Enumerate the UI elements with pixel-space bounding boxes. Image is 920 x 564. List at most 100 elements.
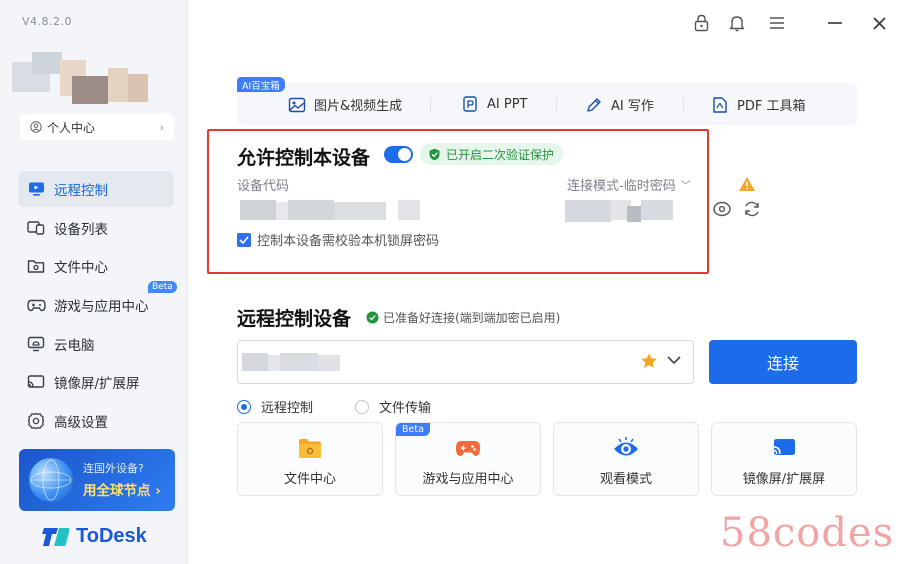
ai-ppt-button[interactable]: AI PPT — [461, 95, 527, 113]
card-games-apps[interactable]: Beta 游戏与应用中心 — [395, 422, 541, 496]
connect-mode-label: 连接模式-临时密码 — [567, 179, 676, 194]
connect-mode-dropdown[interactable]: 连接模式-临时密码 ﹀ — [567, 175, 691, 194]
checkbox-checked[interactable] — [237, 232, 251, 247]
radio-selected[interactable] — [237, 399, 251, 414]
ai-image-video-button[interactable]: 图片&视频生成 — [288, 95, 402, 114]
card-label: 文件中心 — [283, 472, 336, 487]
allow-control-toggle[interactable] — [384, 146, 413, 163]
gear-icon — [26, 411, 46, 431]
watermark-text: 58codes — [720, 510, 895, 556]
todesk-logo: ToDesk — [42, 524, 147, 548]
sidebar-item-advanced-settings[interactable]: 高级设置 — [18, 403, 174, 439]
eye-icon — [614, 437, 638, 456]
card-mirror-screen[interactable]: 镜像屏/扩展屏 — [711, 422, 857, 496]
menu-button[interactable] — [768, 12, 786, 34]
mode-label: 远程控制 — [261, 401, 314, 416]
ai-writing-button[interactable]: AI 写作 — [585, 95, 654, 114]
ai-divider — [430, 98, 431, 112]
chevron-down-icon: ﹀ — [680, 181, 691, 192]
card-file-center[interactable]: 文件中心 — [237, 422, 383, 496]
remote-device-code-input[interactable] — [237, 340, 694, 384]
sidebar-item-label: 文件中心 — [54, 260, 108, 277]
user-icon — [30, 121, 42, 133]
beta-badge: Beta — [148, 281, 177, 294]
card-watch-mode[interactable]: 观看模式 — [553, 422, 699, 496]
sidebar-item-label: 设备列表 — [54, 221, 108, 238]
folder-icon — [299, 439, 321, 458]
logo-text: ToDesk — [76, 524, 147, 547]
gamepad-icon — [456, 441, 480, 456]
card-label: 游戏与应用中心 — [422, 472, 514, 487]
globe-icon — [29, 458, 73, 502]
warning-icon[interactable] — [738, 176, 756, 192]
sidebar-item-label: 高级设置 — [54, 415, 108, 432]
ppt-icon — [463, 96, 477, 112]
allow-control-title: 允许控制本设备 — [237, 147, 371, 169]
security-badge-label: 已开启二次验证保护 — [446, 147, 555, 162]
folder-icon — [26, 256, 46, 276]
beta-badge: Beta — [396, 423, 430, 436]
remote-device-code-value — [242, 353, 342, 373]
connection-ready-label: 已准备好连接(端到端加密已启用) — [383, 311, 561, 325]
security-badge: 已开启二次验证保护 — [420, 143, 564, 165]
personal-center-button[interactable]: 个人中心 › — [20, 114, 174, 140]
ai-item-label: 图片&视频生成 — [314, 99, 403, 114]
version-label: V4.8.2.0 — [22, 15, 73, 28]
sidebar-item-label: 游戏与应用中心 — [54, 299, 149, 316]
star-icon[interactable] — [640, 352, 658, 370]
chevron-down-icon[interactable] — [666, 354, 682, 366]
sidebar-item-label: 镜像屏/扩展屏 — [54, 376, 140, 393]
personal-center-label: 个人中心 — [47, 120, 96, 135]
sidebar-item-label: 远程控制 — [54, 183, 108, 199]
close-icon — [872, 16, 886, 30]
lock-button[interactable] — [692, 12, 710, 34]
cast-icon — [773, 439, 795, 455]
pdf-toolbox-button[interactable]: PDF 工具箱 — [711, 95, 805, 114]
lock-screen-verify-option[interactable]: 控制本设备需校验本机锁屏密码 — [237, 230, 439, 249]
global-node-promo-banner[interactable]: 连国外设备? 用全球节点 › — [19, 449, 175, 511]
image-video-icon — [288, 97, 306, 112]
pdf-icon — [713, 96, 727, 113]
device-list-icon — [26, 218, 46, 238]
avatar[interactable] — [12, 52, 152, 106]
ai-item-label: AI 写作 — [611, 99, 654, 114]
notification-button[interactable] — [728, 12, 746, 34]
connection-ready-status: 已准备好连接(端到端加密已启用) — [366, 309, 560, 326]
minimize-button[interactable] — [826, 12, 844, 34]
ai-toolbox-tag: AI百宝箱 — [237, 77, 285, 92]
ai-item-label: AI PPT — [487, 96, 528, 112]
hamburger-menu-icon — [770, 17, 784, 29]
chevron-right-icon: › — [159, 120, 164, 134]
connect-button[interactable]: 连接 — [709, 340, 857, 384]
gamepad-icon — [26, 295, 46, 315]
minimize-icon — [828, 22, 842, 24]
mode-label: 文件传输 — [379, 401, 432, 416]
temp-password-value[interactable] — [565, 198, 675, 226]
check-circle-icon — [366, 311, 379, 324]
cast-icon — [26, 372, 46, 392]
cloud-pc-icon — [26, 334, 46, 354]
mode-file-transfer[interactable]: 文件传输 — [355, 397, 431, 416]
sidebar-item-cloud-pc[interactable]: 云电脑 — [18, 326, 174, 362]
sidebar-nav: 远程控制 设备列表 文件中心 游戏与应用中心 Beta 云电脑 镜像屏/扩展屏 … — [18, 171, 177, 442]
sidebar-item-file-center[interactable]: 文件中心 — [18, 248, 174, 284]
radio-unselected[interactable] — [355, 399, 369, 414]
sidebar-item-games-apps[interactable]: 游戏与应用中心 Beta — [18, 281, 177, 323]
remote-control-title: 远程控制设备 — [237, 308, 352, 330]
sidebar-item-remote-control[interactable]: 远程控制 — [18, 171, 174, 207]
device-code-value[interactable] — [232, 198, 432, 224]
sidebar-item-device-list[interactable]: 设备列表 — [18, 210, 174, 246]
refresh-icon[interactable] — [743, 201, 761, 217]
card-label: 镜像屏/扩展屏 — [742, 472, 826, 487]
lock-icon — [694, 14, 708, 32]
ai-divider — [683, 98, 684, 112]
close-button[interactable] — [870, 12, 888, 34]
monitor-icon — [26, 179, 46, 199]
ai-item-label: PDF 工具箱 — [737, 99, 806, 114]
pen-icon — [587, 97, 601, 112]
sidebar-item-mirror-screen[interactable]: 镜像屏/扩展屏 — [18, 364, 174, 400]
shield-check-icon — [429, 148, 440, 160]
card-label: 观看模式 — [599, 472, 652, 487]
eye-icon[interactable] — [713, 201, 731, 217]
mode-remote-control[interactable]: 远程控制 — [237, 397, 313, 416]
